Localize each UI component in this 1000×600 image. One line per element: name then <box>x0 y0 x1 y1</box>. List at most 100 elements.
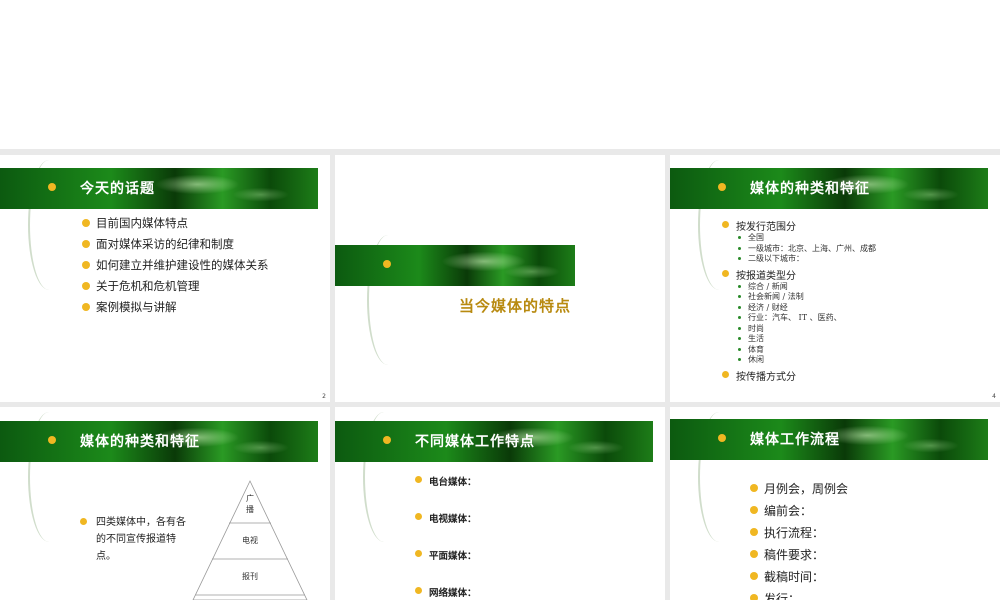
bullet-icon <box>750 572 758 580</box>
list-item: 关于危机和危机管理 <box>82 278 269 299</box>
bullet-list: 电台媒体： 电视媒体： 平面媒体： 网络媒体： <box>415 474 477 600</box>
list-item: 目前国内媒体特点 <box>82 215 269 236</box>
slide-thumbnail-2[interactable]: 今天的话题 目前国内媒体特点 面对媒体采访的纪律和制度 如何建立并维护建设性的媒… <box>0 155 330 402</box>
sub-bullet-icon <box>738 284 741 288</box>
list-item: 发行： <box>750 590 848 600</box>
bullet-icon <box>383 436 391 444</box>
bullet-list: 按发行范围分 全国 一级城市：北京、上海、广州、成都 二级以下城市： 按报道类型… <box>722 218 876 383</box>
text-line: 四类媒体中，各有各 <box>96 517 186 528</box>
slide-header-band <box>335 245 575 286</box>
slide-title: 媒体的种类和特征 <box>750 181 870 197</box>
sub-list: 综合 / 新闻 社会新闻 / 法制 经济 / 财经 行业：汽车、 IT 、医药、… <box>736 282 876 366</box>
page-number: 2 <box>322 393 326 400</box>
sub-item: 时尚 <box>736 324 876 335</box>
slide-thumbnail-5[interactable]: 媒体的种类和特征 四类媒体中，各有各 的不同宣传报道特 点。 广 播 电视 报刊 <box>0 407 330 600</box>
pyramid-label: 报刊 <box>242 571 258 581</box>
sub-item: 全国 <box>736 233 876 244</box>
list-item: 稿件要求： <box>750 546 848 568</box>
sub-bullet-icon <box>738 316 741 319</box>
sub-bullet-icon <box>738 236 741 239</box>
sub-bullet-icon <box>738 257 741 260</box>
list-item: 平面媒体： <box>415 548 477 585</box>
slide-title: 不同媒体工作特点 <box>415 434 535 450</box>
body-text: 四类媒体中，各有各 的不同宣传报道特 点。 <box>80 514 186 565</box>
sub-bullet-icon <box>738 246 741 250</box>
list-item: 电视媒体： <box>415 511 477 548</box>
list-item: 月例会，周例会 <box>750 480 848 502</box>
slide-thumbnail-4[interactable]: 媒体的种类和特征 按发行范围分 全国 一级城市：北京、上海、广州、成都 二级以下… <box>670 155 1000 402</box>
list-item: 案例模拟与讲解 <box>82 299 269 320</box>
bullet-list: 月例会，周例会 编前会： 执行流程： 稿件要求： 截稿时间： 发行： <box>750 480 848 600</box>
list-item: 面对媒体采访的纪律和制度 <box>82 236 269 257</box>
slide-header-band: 今天的话题 <box>0 168 318 209</box>
slide-thumbnail-3[interactable]: 当今媒体的特点 <box>335 155 665 402</box>
bullet-list: 目前国内媒体特点 面对媒体采访的纪律和制度 如何建立并维护建设性的媒体关系 关于… <box>82 215 269 320</box>
bullet-icon <box>80 518 87 525</box>
bullet-icon <box>750 506 758 514</box>
pyramid-label: 播 <box>246 504 254 514</box>
bullet-icon <box>48 436 56 444</box>
bullet-icon <box>750 550 758 558</box>
section-title: 当今媒体的特点 <box>459 297 572 315</box>
text-line: 点。 <box>96 551 116 562</box>
pyramid-label: 电视 <box>242 535 258 545</box>
bullet-icon <box>82 303 90 311</box>
bullet-icon <box>750 594 758 600</box>
bullet-icon <box>718 183 726 191</box>
list-item: 如何建立并维护建设性的媒体关系 <box>82 257 269 278</box>
list-item: 按传播方式分 <box>722 368 876 383</box>
sub-bullet-icon <box>738 326 741 330</box>
list-item: 电台媒体： <box>415 474 477 511</box>
slide-header-band: 不同媒体工作特点 <box>335 421 653 462</box>
sub-item: 生活 <box>736 334 876 345</box>
sub-bullet-icon <box>738 358 741 361</box>
bullet-icon <box>82 219 90 227</box>
slide-thumbnail-6[interactable]: 不同媒体工作特点 电台媒体： 电视媒体： 平面媒体： 网络媒体： <box>335 407 665 600</box>
sub-item: 体育 <box>736 345 876 356</box>
text-line: 的不同宣传报道特 <box>96 534 176 545</box>
bullet-icon <box>722 370 729 378</box>
sub-item: 休闲 <box>736 355 876 366</box>
bullet-icon <box>415 476 422 483</box>
slide-thumbnail-7[interactable]: 媒体工作流程 月例会，周例会 编前会： 执行流程： 稿件要求： 截稿时间： 发行… <box>670 407 1000 600</box>
slide-header-band: 媒体工作流程 <box>670 419 988 460</box>
blank-top-area <box>0 0 1000 149</box>
sub-item: 综合 / 新闻 <box>736 282 876 293</box>
sub-bullet-icon <box>738 305 741 309</box>
sub-list: 全国 一级城市：北京、上海、广州、成都 二级以下城市： <box>736 233 876 265</box>
sub-item: 行业：汽车、 IT 、医药、 <box>736 313 876 324</box>
bullet-icon <box>415 550 422 557</box>
bullet-icon <box>48 183 56 191</box>
list-item: 编前会： <box>750 502 848 524</box>
sub-item: 社会新闻 / 法制 <box>736 292 876 303</box>
sub-bullet-icon <box>738 295 741 298</box>
page-number: 4 <box>992 393 996 400</box>
bullet-icon <box>82 261 90 269</box>
pyramid-label: 广 <box>246 493 254 503</box>
list-item: 执行流程： <box>750 524 848 546</box>
bullet-icon <box>82 282 90 290</box>
list-item: 截稿时间： <box>750 568 848 590</box>
slide-title: 今天的话题 <box>80 181 155 197</box>
sub-bullet-icon <box>738 337 741 340</box>
sub-bullet-icon <box>738 347 741 351</box>
slide-title: 媒体的种类和特征 <box>80 434 200 450</box>
bullet-icon <box>82 240 90 248</box>
bullet-icon <box>750 528 758 536</box>
bullet-icon <box>383 260 391 268</box>
sub-item: 一级城市：北京、上海、广州、成都 <box>736 244 876 255</box>
bullet-icon <box>415 587 422 594</box>
list-item: 按报道类型分 综合 / 新闻 社会新闻 / 法制 经济 / 财经 行业：汽车、 … <box>722 267 876 366</box>
media-pyramid: 广 播 电视 报刊 <box>192 480 308 600</box>
list-item: 网络媒体： <box>415 585 477 600</box>
bullet-icon <box>722 221 729 228</box>
bullet-icon <box>718 434 726 442</box>
slide-header-band: 媒体的种类和特征 <box>670 168 988 209</box>
bullet-icon <box>722 269 729 277</box>
list-item: 按发行范围分 全国 一级城市：北京、上海、广州、成都 二级以下城市： <box>722 218 876 265</box>
bullet-icon <box>415 513 422 520</box>
bullet-icon <box>750 484 758 492</box>
sub-item: 经济 / 财经 <box>736 303 876 314</box>
slide-header-band: 媒体的种类和特征 <box>0 421 318 462</box>
sub-item: 二级以下城市： <box>736 254 876 265</box>
